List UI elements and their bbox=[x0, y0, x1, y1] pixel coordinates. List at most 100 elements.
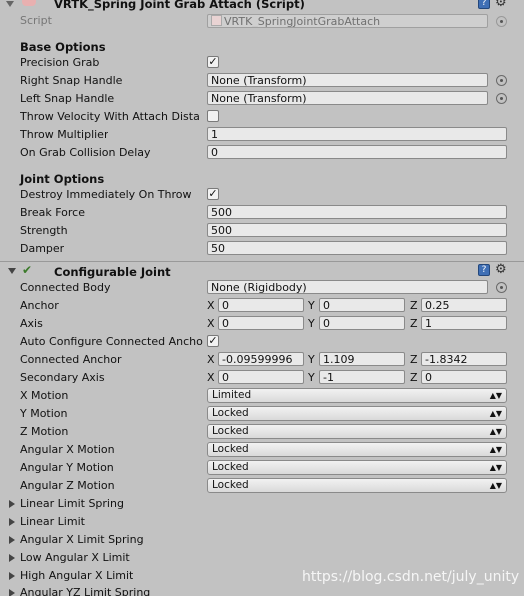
throw-multiplier-field[interactable]: 1 bbox=[207, 127, 507, 141]
dropdown-arrows-icon: ▲▼ bbox=[489, 409, 502, 418]
right-snap-picker-icon[interactable] bbox=[496, 75, 507, 86]
left-snap-field[interactable]: None (Transform) bbox=[207, 91, 488, 105]
anchor-y-label: Y bbox=[308, 299, 315, 312]
script-file-icon bbox=[211, 15, 222, 26]
axis-x-field[interactable]: 0 bbox=[218, 316, 304, 330]
secondary-axis-z-field[interactable]: 0 bbox=[421, 370, 507, 384]
script-component-icon bbox=[22, 0, 36, 6]
z-motion-value: Locked bbox=[212, 425, 249, 437]
foldout-label: High Angular X Limit bbox=[20, 569, 134, 582]
foldout-label: Linear Limit bbox=[20, 515, 85, 528]
y-motion-value: Locked bbox=[212, 407, 249, 419]
connected-body-field[interactable]: None (Rigidbody) bbox=[207, 280, 488, 294]
dropdown-arrows-icon: ▲▼ bbox=[489, 427, 502, 436]
foldout-linear-limit[interactable]: Linear Limit bbox=[0, 515, 300, 531]
angular-z-motion-label: Angular Z Motion bbox=[20, 479, 115, 492]
left-snap-picker-icon[interactable] bbox=[496, 93, 507, 104]
strength-label: Strength bbox=[20, 224, 68, 237]
destroy-on-throw-checkbox[interactable]: ✓ bbox=[207, 188, 219, 200]
dropdown-arrows-icon: ▲▼ bbox=[489, 445, 502, 454]
connected-anchor-x-field[interactable]: -0.09599996 bbox=[218, 352, 304, 366]
script-label: Script bbox=[20, 14, 52, 27]
help-icon[interactable]: ? bbox=[478, 0, 490, 9]
connected-anchor-y-field[interactable]: 1.109 bbox=[319, 352, 405, 366]
anchor-z-field[interactable]: 0.25 bbox=[421, 298, 507, 312]
configurable-joint-title: Configurable Joint bbox=[54, 265, 171, 279]
y-motion-label: Y Motion bbox=[20, 407, 68, 420]
foldout-arrow-icon bbox=[9, 536, 15, 544]
on-grab-delay-label: On Grab Collision Delay bbox=[20, 146, 151, 159]
foldout-label: Low Angular X Limit bbox=[20, 551, 130, 564]
axis-z-field[interactable]: 1 bbox=[421, 316, 507, 330]
x-motion-dropdown[interactable]: Limited ▲▼ bbox=[207, 388, 507, 403]
foldout-arrow-icon[interactable] bbox=[6, 1, 14, 7]
x-motion-value: Limited bbox=[212, 389, 252, 401]
secondary-axis-y-label: Y bbox=[308, 371, 315, 384]
angular-x-motion-label: Angular X Motion bbox=[20, 443, 115, 456]
foldout-label: Angular X Limit Spring bbox=[20, 533, 144, 546]
secondary-axis-x-label: X bbox=[207, 371, 215, 384]
destroy-on-throw-label: Destroy Immediately On Throw bbox=[20, 188, 192, 201]
dropdown-arrows-icon: ▲▼ bbox=[489, 481, 502, 490]
script-value: VRTK_SpringJointGrabAttach bbox=[224, 15, 381, 28]
secondary-axis-y-field[interactable]: -1 bbox=[319, 370, 405, 384]
throw-velocity-label: Throw Velocity With Attach Dista bbox=[20, 110, 200, 123]
script-picker-icon[interactable] bbox=[496, 16, 507, 27]
y-motion-dropdown[interactable]: Locked ▲▼ bbox=[207, 406, 507, 421]
auto-configure-checkbox[interactable]: ✓ bbox=[207, 335, 219, 347]
foldout-angular-x-limit-spring[interactable]: Angular X Limit Spring bbox=[0, 533, 300, 549]
break-force-label: Break Force bbox=[20, 206, 85, 219]
anchor-x-field[interactable]: 0 bbox=[218, 298, 304, 312]
anchor-x-label: X bbox=[207, 299, 215, 312]
angular-y-motion-value: Locked bbox=[212, 461, 249, 473]
strength-field[interactable]: 500 bbox=[207, 223, 507, 237]
base-options-title: Base Options bbox=[20, 40, 106, 54]
joint-options-title: Joint Options bbox=[20, 172, 105, 186]
connected-anchor-x-label: X bbox=[207, 353, 215, 366]
foldout-arrow-icon[interactable] bbox=[8, 268, 16, 274]
damper-field[interactable]: 50 bbox=[207, 241, 507, 255]
axis-label: Axis bbox=[20, 317, 43, 330]
gear-icon[interactable]: ⚙ bbox=[495, 0, 507, 9]
axis-y-field[interactable]: 0 bbox=[319, 316, 405, 330]
break-force-field[interactable]: 500 bbox=[207, 205, 507, 219]
help-icon[interactable]: ? bbox=[478, 264, 490, 276]
throw-velocity-checkbox[interactable] bbox=[207, 110, 219, 122]
script-field[interactable]: VRTK_SpringJointGrabAttach bbox=[207, 14, 488, 28]
angular-z-motion-dropdown[interactable]: Locked ▲▼ bbox=[207, 478, 507, 493]
on-grab-delay-field[interactable]: 0 bbox=[207, 145, 507, 159]
foldout-arrow-icon bbox=[9, 500, 15, 508]
secondary-axis-z-label: Z bbox=[410, 371, 418, 384]
foldout-high-angular-x-limit[interactable]: High Angular X Limit bbox=[0, 569, 300, 585]
right-snap-label: Right Snap Handle bbox=[20, 74, 123, 87]
axis-y-label: Y bbox=[308, 317, 315, 330]
connected-anchor-z-field[interactable]: -1.8342 bbox=[421, 352, 507, 366]
foldout-angular-yz-limit-spring[interactable]: Angular YZ Limit Spring bbox=[0, 586, 300, 596]
watermark: https://blog.csdn.net/july_unity bbox=[302, 569, 520, 585]
foldout-arrow-icon bbox=[9, 589, 15, 596]
anchor-y-field[interactable]: 0 bbox=[319, 298, 405, 312]
z-motion-dropdown[interactable]: Locked ▲▼ bbox=[207, 424, 507, 439]
connected-anchor-label: Connected Anchor bbox=[20, 353, 122, 366]
foldout-label: Angular YZ Limit Spring bbox=[20, 586, 151, 596]
component-header-spring-joint[interactable]: VRTK_Spring Joint Grab Attach (Script) ?… bbox=[0, 0, 524, 12]
foldout-low-angular-x-limit[interactable]: Low Angular X Limit bbox=[0, 551, 300, 567]
component-header-configurable-joint[interactable]: ✔ Configurable Joint ? ⚙ bbox=[0, 262, 524, 279]
angular-y-motion-dropdown[interactable]: Locked ▲▼ bbox=[207, 460, 507, 475]
joint-component-icon: ✔ bbox=[22, 263, 33, 277]
precision-grab-checkbox[interactable]: ✓ bbox=[207, 56, 219, 68]
foldout-arrow-icon bbox=[9, 518, 15, 526]
left-snap-label: Left Snap Handle bbox=[20, 92, 115, 105]
secondary-axis-x-field[interactable]: 0 bbox=[218, 370, 304, 384]
connected-body-picker-icon[interactable] bbox=[496, 282, 507, 293]
foldout-label: Linear Limit Spring bbox=[20, 497, 124, 510]
foldout-linear-limit-spring[interactable]: Linear Limit Spring bbox=[0, 497, 300, 513]
right-snap-field[interactable]: None (Transform) bbox=[207, 73, 488, 87]
angular-x-motion-dropdown[interactable]: Locked ▲▼ bbox=[207, 442, 507, 457]
precision-grab-label: Precision Grab bbox=[20, 56, 100, 69]
anchor-z-label: Z bbox=[410, 299, 418, 312]
dropdown-arrows-icon: ▲▼ bbox=[489, 463, 502, 472]
axis-z-label: Z bbox=[410, 317, 418, 330]
gear-icon[interactable]: ⚙ bbox=[495, 263, 507, 276]
component-title: VRTK_Spring Joint Grab Attach (Script) bbox=[54, 0, 305, 11]
